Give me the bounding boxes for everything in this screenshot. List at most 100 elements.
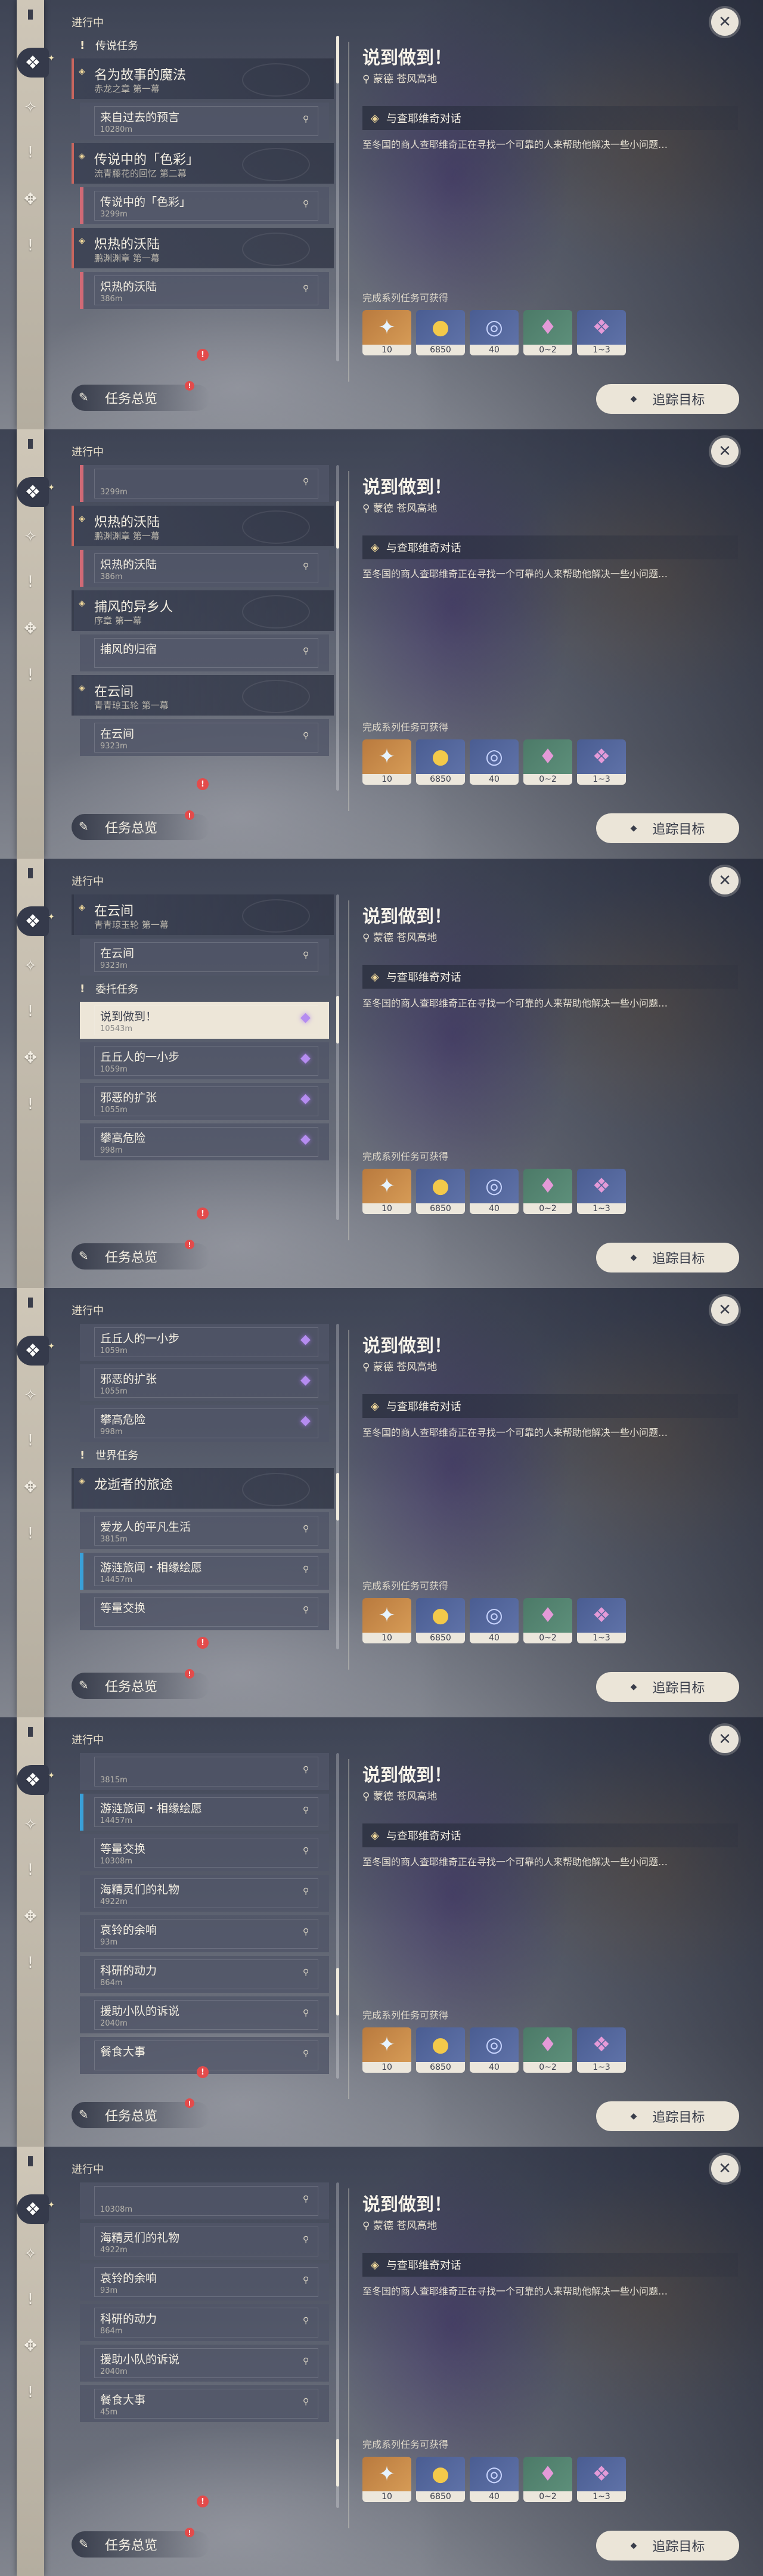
quest-item[interactable]: 攀高危险 998m ◆: [80, 1405, 329, 1442]
reward-item[interactable]: ♦ 0~2: [523, 1169, 572, 1214]
world-quest-icon[interactable]: !: [18, 234, 42, 258]
quest-book-icon[interactable]: ▮: [21, 863, 39, 881]
quest-item[interactable]: 等量交换 10308m ⚲: [80, 1834, 329, 1871]
quest-item[interactable]: 邪恶的扩张 1055m ◆: [80, 1083, 329, 1120]
story-quest-icon[interactable]: !: [18, 1858, 42, 1882]
list-scrollbar[interactable]: [336, 465, 339, 791]
story-quest-icon[interactable]: !: [18, 2287, 42, 2311]
reward-item[interactable]: ❖ 1~3: [577, 2027, 626, 2073]
reward-item[interactable]: ◎ 40: [470, 1598, 519, 1643]
chapter-item[interactable]: ◈ 捕风的异乡人 序章 第一幕: [72, 590, 334, 631]
scrollbar-thumb[interactable]: [336, 1968, 339, 2015]
quest-item[interactable]: 援助小队的诉说 2040m ⚲: [80, 1996, 329, 2033]
world-quest-icon[interactable]: !: [18, 1951, 42, 1975]
quest-item[interactable]: 丘丘人的一小步 1059m ◆: [80, 1324, 329, 1361]
commission-icon[interactable]: ✥: [18, 1475, 42, 1499]
commission-icon[interactable]: ✥: [18, 1905, 42, 1928]
list-scrollbar[interactable]: [336, 2182, 339, 2508]
reward-item[interactable]: ✦ 10: [362, 2457, 411, 2502]
story-quest-icon[interactable]: !: [18, 141, 42, 165]
close-icon[interactable]: ✕: [711, 8, 739, 36]
scrollbar-thumb[interactable]: [336, 501, 339, 549]
quest-item[interactable]: 等量交换 ⚲: [80, 1593, 329, 1630]
quest-item[interactable]: 在云间 9323m ⚲: [80, 939, 329, 976]
archon-quest-icon[interactable]: ✧: [18, 2242, 42, 2266]
track-target-button[interactable]: ◆ 追踪目标: [596, 1243, 739, 1272]
reward-item[interactable]: ❖ 1~3: [577, 1169, 626, 1214]
quest-item[interactable]: 在云间 9323m ⚲: [80, 719, 329, 756]
reward-item[interactable]: ◎ 40: [470, 739, 519, 785]
quest-overview-button[interactable]: ✎ 任务总览!: [72, 381, 210, 411]
quest-book-icon[interactable]: ▮: [21, 2151, 39, 2169]
quest-item[interactable]: 来自过去的预言 10280m ⚲: [80, 103, 329, 140]
archon-quest-icon[interactable]: ✧: [18, 95, 42, 119]
quest-item[interactable]: 爱龙人的平凡生活 3815m ⚲: [80, 1512, 329, 1549]
story-quest-icon[interactable]: !: [18, 570, 42, 594]
quest-item[interactable]: 炽热的沃陆 386m ⚲: [80, 272, 329, 309]
quest-overview-button[interactable]: ✎ 任务总览!: [72, 1240, 210, 1270]
archon-quest-icon[interactable]: ✧: [18, 954, 42, 978]
reward-item[interactable]: ❖ 1~3: [577, 1598, 626, 1643]
quest-overview-button[interactable]: ✎ 任务总览!: [72, 2528, 210, 2558]
quest-item[interactable]: 炽热的沃陆 386m ⚲: [80, 550, 329, 587]
list-scrollbar[interactable]: [336, 36, 339, 361]
quest-item[interactable]: 3299m ⚲: [80, 465, 329, 502]
close-icon[interactable]: ✕: [711, 1726, 739, 1753]
track-target-button[interactable]: ◆ 追踪目标: [596, 1672, 739, 1702]
chapter-item[interactable]: ◈ 炽热的沃陆 鹏渊渊章 第一幕: [72, 228, 334, 268]
reward-item[interactable]: ✦ 10: [362, 1598, 411, 1643]
quest-item[interactable]: 海精灵们的礼物 4922m ⚲: [80, 2223, 329, 2260]
close-icon[interactable]: ✕: [711, 438, 739, 465]
world-quest-icon[interactable]: !: [18, 1092, 42, 1116]
quest-item[interactable]: 说到做到！ 10543m ◆: [80, 1002, 329, 1039]
reward-item[interactable]: ♦ 0~2: [523, 310, 572, 355]
scrollbar-thumb[interactable]: [336, 36, 339, 83]
all-quests-icon[interactable]: ❖ ✦: [17, 477, 55, 507]
quest-overview-button[interactable]: ✎ 任务总览!: [72, 1669, 210, 1699]
reward-item[interactable]: ◎ 40: [470, 2457, 519, 2502]
world-quest-icon[interactable]: !: [18, 1522, 42, 1546]
quest-item[interactable]: 游涟旅闻・相缘绘愿 14457m ⚲: [80, 1794, 329, 1831]
commission-icon[interactable]: ✥: [18, 187, 42, 211]
commission-icon[interactable]: ✥: [18, 2334, 42, 2358]
quest-book-icon[interactable]: ▮: [21, 1293, 39, 1311]
scrollbar-thumb[interactable]: [336, 2439, 339, 2487]
commission-icon[interactable]: ✥: [18, 1046, 42, 1070]
chapter-item[interactable]: ◈ 名为故事的魔法 赤龙之章 第一幕: [72, 58, 334, 99]
reward-item[interactable]: ❖ 1~3: [577, 2457, 626, 2502]
track-target-button[interactable]: ◆ 追踪目标: [596, 813, 739, 843]
archon-quest-icon[interactable]: ✧: [18, 525, 42, 549]
quest-item[interactable]: 餐食大事 45m ⚲: [80, 2385, 329, 2422]
track-target-button[interactable]: ◆ 追踪目标: [596, 2101, 739, 2131]
archon-quest-icon[interactable]: ✧: [18, 1383, 42, 1407]
chapter-item[interactable]: ◈ 传说中的「色彩」 流青藤花的回忆 第二幕: [72, 143, 334, 184]
reward-item[interactable]: ❖ 1~3: [577, 739, 626, 785]
reward-item[interactable]: ✦ 10: [362, 2027, 411, 2073]
quest-item[interactable]: 科研的动力 864m ⚲: [80, 1956, 329, 1993]
story-quest-icon[interactable]: !: [18, 1429, 42, 1453]
quest-item[interactable]: 哀铃的余响 93m ⚲: [80, 2264, 329, 2301]
scrollbar-thumb[interactable]: [336, 1473, 339, 1521]
quest-item[interactable]: 邪恶的扩张 1055m ◆: [80, 1364, 329, 1401]
reward-item[interactable]: ♦ 0~2: [523, 2457, 572, 2502]
quest-item[interactable]: 攀高危险 998m ◆: [80, 1123, 329, 1160]
quest-overview-button[interactable]: ✎ 任务总览!: [72, 2098, 210, 2128]
quest-item[interactable]: 传说中的「色彩」 3299m ⚲: [80, 187, 329, 224]
reward-item[interactable]: ● 6850: [416, 739, 465, 785]
all-quests-icon[interactable]: ❖ ✦: [17, 1765, 55, 1795]
reward-item[interactable]: ✦ 10: [362, 739, 411, 785]
chapter-item[interactable]: ◈ 龙逝者的旅途: [72, 1468, 334, 1509]
quest-book-icon[interactable]: ▮: [21, 5, 39, 23]
reward-item[interactable]: ● 6850: [416, 1169, 465, 1214]
reward-item[interactable]: ● 6850: [416, 310, 465, 355]
quest-item[interactable]: 海精灵们的礼物 4922m ⚲: [80, 1875, 329, 1912]
list-scrollbar[interactable]: [336, 1753, 339, 2079]
reward-item[interactable]: ♦ 0~2: [523, 739, 572, 785]
reward-item[interactable]: ♦ 0~2: [523, 2027, 572, 2073]
reward-item[interactable]: ● 6850: [416, 2027, 465, 2073]
quest-item[interactable]: 援助小队的诉说 2040m ⚲: [80, 2345, 329, 2382]
quest-overview-button[interactable]: ✎ 任务总览!: [72, 810, 210, 840]
all-quests-icon[interactable]: ❖ ✦: [17, 1336, 55, 1366]
quest-item[interactable]: 丘丘人的一小步 1059m ◆: [80, 1042, 329, 1079]
quest-item[interactable]: 游涟旅闻・相缘绘愿 14457m ⚲: [80, 1553, 329, 1590]
